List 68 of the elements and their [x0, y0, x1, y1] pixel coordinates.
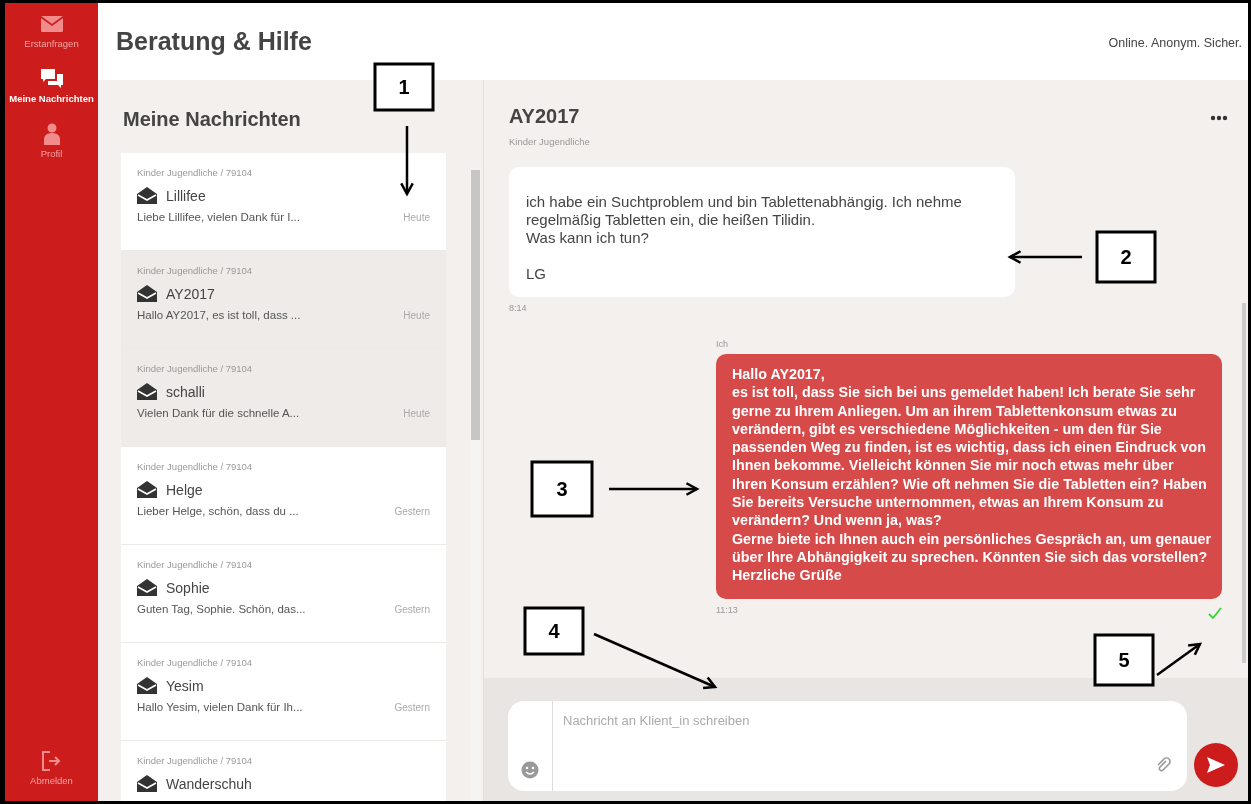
- scrollbar[interactable]: [470, 170, 481, 801]
- conversation-preview: Hallo AY2017, es ist toll, dass ...: [137, 309, 301, 321]
- chat-subtitle: Kinder Jugendliche: [509, 136, 590, 147]
- scrollbar[interactable]: [1242, 303, 1246, 663]
- conversation-time: Heute: [403, 407, 430, 419]
- conversation-category: Kinder Jugendliche / 79104: [137, 657, 254, 668]
- conversation-time: Gestern: [394, 603, 430, 615]
- conversation-time: Heute: [403, 211, 430, 223]
- emoji-icon[interactable]: [521, 761, 539, 779]
- message-sender: Ich: [716, 339, 729, 349]
- conversation-item[interactable]: Kinder Jugendliche / 79104 schalli Vielen Dank für die schnelle A... Heute: [121, 349, 446, 447]
- open-envelope-icon: [137, 481, 157, 498]
- open-envelope-icon: [137, 285, 157, 302]
- conversation-category: Kinder Jugendliche / 79104: [137, 559, 254, 570]
- conversation-name: Helge: [166, 481, 203, 498]
- conversation-time: Gestern: [394, 701, 430, 713]
- outgoing-message: Hallo AY2017, es ist toll, dass Sie sich bei uns gemeldet haben! Ich berate Sie sehr gerne zu Ihrem Anliegen. Um an ihrem Tablettenkonsum etwas zu verändern, gibt es verschiedene Möglichkeiten - um den für Sie passenden Weg zu finden, ist es wichtig, dass ich einen Eindruck von Ihnen bekomme. Vielleicht können Sie mir noch etwas mehr über Ihren Konsum erzählen? Wie oft nehmen Sie die Tabletten ein? Haben Sie bereits Versuche unternommen, etwas an Ihrem Konsum zu verändern? Und wenn ja, was? Gerne biete ich Ihnen auch ein persönliches Gespräch an, um genauer über Ihre Abhängigkeit zu sprechen. Könnten Sie sich das vorstellen? Herzliche Grüße: [716, 354, 1222, 599]
- app-title: Beratung & Hilfe: [116, 27, 312, 56]
- conversation-item[interactable]: Kinder Jugendliche / 79104 Yesim Hallo Yesim, vielen Dank für Ih... Gestern: [121, 643, 446, 741]
- envelope-icon: [39, 13, 64, 35]
- message-field[interactable]: Nachricht an Klient_in schreiben: [508, 701, 1187, 791]
- tagline: Online. Anonym. Sicher.: [1108, 36, 1242, 50]
- conversation-item[interactable]: Kinder Jugendliche / 79104 Wanderschuh: [121, 741, 446, 801]
- more-options-icon[interactable]: [1210, 115, 1228, 121]
- callout-arrow: [400, 126, 414, 197]
- send-button[interactable]: [1194, 743, 1238, 787]
- conversation-item[interactable]: Kinder Jugendliche / 79104 Lillifee Liebe Lillifee, vielen Dank für I... Heute: [121, 153, 446, 251]
- conversation-preview: Guten Tag, Sophie. Schön, das...: [137, 603, 306, 615]
- conversation-name: Sophie: [166, 579, 210, 596]
- conversation-preview: Hallo Yesim, vielen Dank für Ih...: [137, 701, 303, 713]
- open-envelope-icon: [137, 187, 157, 204]
- conversation-preview: Liebe Lillifee, vielen Dank für I...: [137, 211, 300, 223]
- chat-bubbles-icon: [39, 68, 64, 90]
- open-envelope-icon: [137, 677, 157, 694]
- conversation-category: Kinder Jugendliche / 79104: [137, 363, 254, 374]
- message-time: 11:13: [716, 604, 738, 615]
- conversation-category: Kinder Jugendliche / 79104: [137, 461, 254, 472]
- incoming-message: ich habe ein Suchtproblem und bin Tablettenabhängig. Ich nehme regelmäßig Tabletten ein, die heißen Tilidin. Was kann ich tun? LG: [509, 167, 1015, 297]
- open-envelope-icon: [137, 579, 157, 596]
- open-envelope-icon: [137, 775, 157, 792]
- conversation-item[interactable]: Kinder Jugendliche / 79104 Sophie Guten Tag, Sophie. Schön, das... Gestern: [121, 545, 446, 643]
- callout-label: 2: [1095, 230, 1157, 284]
- callout-label: 1: [373, 62, 435, 112]
- conversation-name: AY2017: [166, 285, 215, 302]
- callout-label: 3: [530, 460, 594, 518]
- conversation-category: Kinder Jugendliche / 79104: [137, 265, 254, 276]
- conversation-category: Kinder Jugendliche / 79104: [137, 167, 254, 178]
- conversation-item[interactable]: Kinder Jugendliche / 79104 Helge Lieber Helge, schön, dass du ... Gestern: [121, 447, 446, 545]
- conversation-preview: Lieber Helge, schön, dass du ...: [137, 505, 299, 517]
- conversation-item[interactable]: Kinder Jugendliche / 79104 AY2017 Hallo AY2017, es ist toll, dass ... Heute: [121, 251, 446, 349]
- message-time: 8:14: [509, 303, 528, 313]
- callout-arrow: [1156, 642, 1203, 676]
- inbox-title: Meine Nachrichten: [123, 108, 302, 132]
- conversation-name: Lillifee: [166, 187, 206, 204]
- conversation-time: Gestern: [394, 505, 430, 517]
- conversation-name: Yesim: [166, 677, 204, 694]
- conversation-preview: Vielen Dank für die schnelle A...: [137, 407, 300, 419]
- conversation-category: Kinder Jugendliche / 79104: [137, 755, 254, 766]
- conversation-time: Heute: [403, 309, 430, 321]
- conversation-name: Wanderschuh: [166, 775, 252, 792]
- send-icon: [1206, 756, 1226, 774]
- conversation-name: schalli: [166, 383, 205, 400]
- callout-label: 5: [1093, 633, 1155, 687]
- callout-label: 4: [523, 606, 585, 656]
- chat-title: AY2017: [509, 105, 581, 128]
- open-envelope-icon: [137, 383, 157, 400]
- sidebar-nav-item[interactable]: Meine Nachrichten: [5, 64, 98, 119]
- paperclip-icon[interactable]: [1155, 757, 1171, 773]
